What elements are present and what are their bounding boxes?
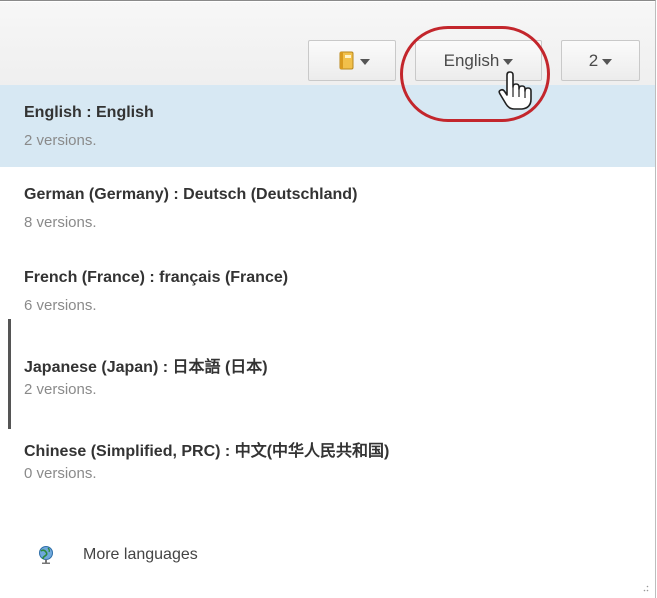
chevron-down-icon	[602, 58, 613, 65]
language-title: French (France) : français (France)	[24, 269, 289, 286]
language-button-label: English	[443, 50, 500, 70]
language-title: English : English	[24, 104, 154, 121]
chevron-down-icon	[360, 58, 370, 65]
version-count: 2 versions.	[24, 132, 97, 149]
version-count: 8 versions.	[24, 214, 97, 231]
version-dropdown-button[interactable]: 2	[561, 40, 640, 81]
language-title: Japanese (Japan) : 日本語 (日本)	[24, 359, 268, 376]
book-dropdown-button[interactable]	[308, 40, 396, 81]
chevron-down-icon	[503, 58, 514, 65]
globe-icon	[39, 546, 53, 564]
version-count: 2 versions.	[24, 381, 97, 398]
language-item-chinese[interactable]: Chinese (Simplified, PRC) : 中文(中华人民共和国) …	[0, 419, 655, 503]
language-item-french[interactable]: French (France) : français (France) 6 ve…	[0, 251, 655, 335]
language-menu-panel: English 2 English : English 2 versions. …	[0, 0, 656, 598]
language-item-english[interactable]: English : English 2 versions.	[0, 85, 655, 167]
resize-grip-icon[interactable]	[643, 585, 649, 593]
more-languages-link[interactable]: More languages	[37, 545, 198, 565]
version-button-label: 2	[588, 50, 599, 70]
toolbar: English 2	[0, 2, 655, 85]
language-item-german[interactable]: German (Germany) : Deutsch (Deutschland)…	[0, 167, 655, 251]
version-count: 0 versions.	[24, 465, 97, 482]
more-languages-label: More languages	[83, 546, 198, 563]
version-count: 6 versions.	[24, 297, 97, 314]
language-title: German (Germany) : Deutsch (Deutschland)	[24, 186, 358, 203]
book-icon	[339, 51, 354, 69]
language-title: Chinese (Simplified, PRC) : 中文(中华人民共和国)	[24, 443, 390, 460]
hand-cursor-icon	[498, 71, 532, 110]
language-item-japanese[interactable]: Japanese (Japan) : 日本語 (日本) 2 versions.	[0, 335, 655, 419]
